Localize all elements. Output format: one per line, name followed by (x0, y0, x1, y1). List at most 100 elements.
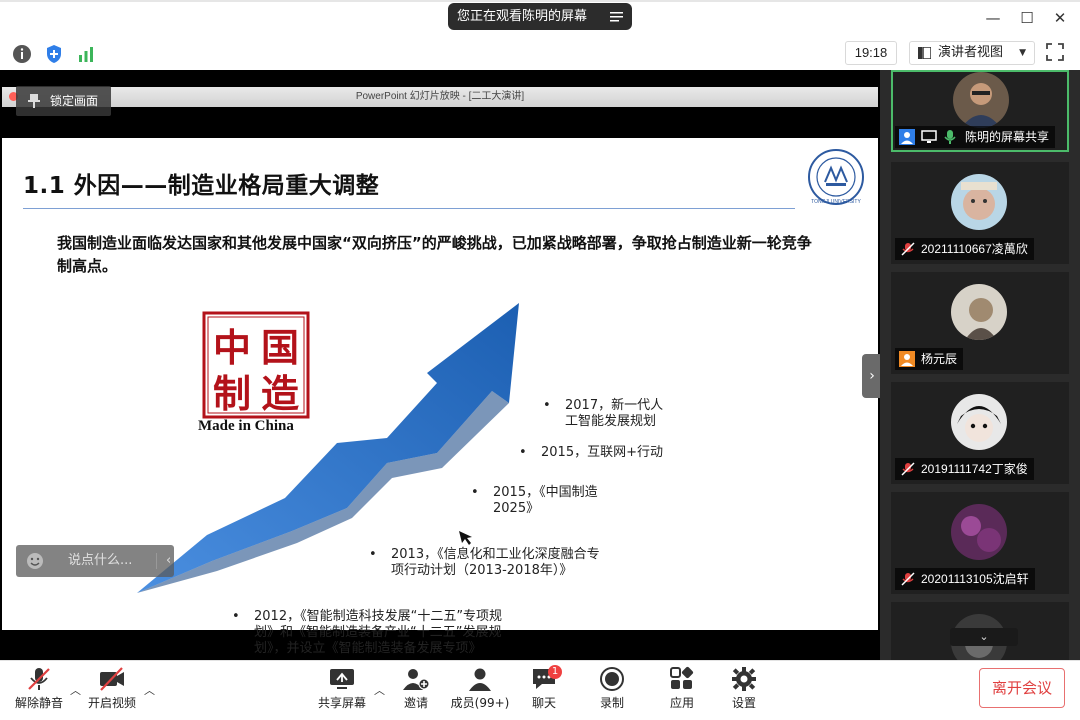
members-button[interactable]: 成员(99+) (448, 666, 512, 718)
slide-title: 1.1 外因——制造业格局重大调整 (23, 173, 380, 199)
screen-share-icon (921, 130, 937, 143)
leave-meeting-button[interactable]: 离开会议 (979, 668, 1065, 708)
minimize-icon[interactable]: — (983, 8, 1003, 28)
participant-tile[interactable]: 20201113105沈启轩 (891, 492, 1069, 594)
lock-screen-label: 锁定画面 (50, 94, 99, 108)
milestone-text: 2015，《中国制造 (493, 485, 598, 500)
signal-strength-icon[interactable] (76, 44, 96, 64)
host-icon (899, 129, 915, 145)
avatar (951, 394, 1007, 450)
banner-menu-icon[interactable] (610, 11, 623, 22)
maximize-icon[interactable]: ☐ (1017, 8, 1037, 28)
invite-button[interactable]: 邀请 (396, 666, 436, 718)
unmute-button[interactable]: 解除静音 (10, 666, 68, 718)
university-seal-logo: TONGJI UNIVERSITY (808, 149, 864, 205)
record-icon (600, 667, 624, 691)
chat-label: 聊天 (531, 696, 556, 710)
milestone-text: 2013，《信息化和工业化深度融合专 (391, 547, 600, 562)
participant-name-label: 20191111742丁家俊 (895, 458, 1034, 480)
participant-tile[interactable]: 杨元辰 (891, 272, 1069, 374)
milestone-2013: 2013，《信息化和工业化深度融合专 项行动计划（2013-2018年）》 (369, 547, 600, 579)
chevron-up-icon[interactable]: ︿ (374, 682, 385, 698)
participant-name-label: 20211110667凌萬欣 (895, 238, 1034, 260)
members-icon (469, 668, 491, 691)
meeting-window: 您正在观看陈明的屏幕 — ☐ ✕ 19:18 演讲者视图 ▼ PowerPoin… (0, 0, 1080, 720)
milestone-text: 2017，新一代人 (565, 398, 664, 413)
milestone-2015-made-in-china: 2015，《中国制造 2025》 (471, 485, 598, 517)
mic-muted-icon (28, 668, 50, 690)
participant-tile[interactable]: 20191111742丁家俊 (891, 382, 1069, 484)
apps-button[interactable]: 应用 (664, 666, 700, 718)
participant-tile[interactable]: 陈明的屏幕共享 (891, 70, 1069, 152)
apps-grid-icon (670, 666, 694, 689)
view-mode-dropdown[interactable]: 演讲者视图 ▼ (909, 41, 1035, 65)
viewing-banner-text: 您正在观看陈明的屏幕 (457, 9, 588, 24)
unmute-label: 解除静音 (14, 696, 63, 710)
chevron-up-icon[interactable]: ︿ (144, 682, 155, 698)
milestone-2017: 2017，新一代人 工智能发展规划 (543, 398, 664, 430)
mic-muted-icon (901, 572, 915, 586)
start-video-label: 开启视频 (87, 696, 136, 710)
speaker-view-icon (918, 47, 931, 59)
avatar (951, 284, 1007, 340)
mic-muted-icon (901, 462, 915, 476)
record-button[interactable]: 录制 (594, 666, 630, 718)
participant-name-label: 陈明的屏幕共享 (895, 126, 1056, 148)
milestone-text: 2012，《智能制造科技发展“十二五”专项规 (254, 609, 503, 624)
viewing-banner[interactable]: 您正在观看陈明的屏幕 (448, 3, 632, 30)
shared-screen: PowerPoint 幻灯片放映 - [二工大演讲] 锁定画面 1.1 外因——… (0, 70, 880, 660)
chevron-down-icon: ▼ (1019, 48, 1026, 58)
milestone-text: 划》和《智能制造装备产业“十二五”发展规 (254, 625, 502, 640)
view-mode-label: 演讲者视图 (938, 45, 1004, 60)
settings-button[interactable]: 设置 (726, 666, 762, 718)
gear-icon (732, 667, 756, 691)
participant-name: 20201113105沈启轩 (921, 572, 1029, 586)
fullscreen-icon[interactable] (1045, 42, 1065, 62)
participant-panel: 陈明的屏幕共享 20211110667凌萬欣 杨元辰 20191111742丁家… (880, 70, 1080, 670)
milestone-text: 项行动计划（2013-2018年）》 (391, 563, 573, 578)
avatar (951, 174, 1007, 230)
share-screen-button[interactable]: 共享屏幕 (312, 666, 372, 718)
user-avatar-icon (899, 351, 915, 367)
collapse-chat-icon[interactable]: ‹ (166, 545, 171, 577)
add-user-icon (403, 669, 430, 690)
quick-chat-input[interactable]: 说点什么... ‹ (16, 545, 174, 577)
start-video-button[interactable]: 开启视频 (84, 666, 140, 718)
participant-name: 20211110667凌萬欣 (921, 242, 1028, 256)
participant-name: 陈明的屏幕共享 (965, 130, 1050, 144)
mic-muted-icon (901, 242, 915, 256)
close-icon[interactable]: ✕ (1050, 8, 1070, 28)
share-screen-icon (330, 669, 354, 689)
avatar (953, 72, 1009, 128)
collapse-panel-toggle[interactable]: › (862, 354, 882, 398)
security-shield-icon[interactable] (44, 44, 64, 64)
divider (156, 553, 157, 569)
participant-tile[interactable]: 20211110667凌萬欣 (891, 162, 1069, 264)
microphone-icon (944, 130, 956, 144)
settings-label: 设置 (731, 696, 756, 710)
seal-text: TONGJI UNIVERSITY (811, 199, 861, 205)
avatar (951, 504, 1007, 560)
lock-screen-button[interactable]: 锁定画面 (16, 86, 111, 116)
chat-unread-badge: 1 (548, 665, 562, 679)
milestone-text: 划》，并设立《智能制造装备发展专项》 (254, 641, 482, 656)
members-label: 成员(99+) (450, 696, 510, 710)
milestone-2012: 2012，《智能制造科技发展“十二五”专项规 划》和《智能制造装备产业“十二五”… (232, 609, 503, 657)
chevron-up-icon[interactable]: ︿ (70, 682, 81, 698)
pin-icon (28, 94, 40, 108)
record-label: 录制 (599, 696, 624, 710)
participant-name-label: 20201113105沈启轩 (895, 568, 1035, 590)
milestone-text: 工智能发展规划 (565, 414, 657, 429)
camera-off-icon (100, 667, 124, 691)
participant-name: 杨元辰 (921, 352, 958, 366)
participant-name-label: 杨元辰 (895, 348, 964, 370)
slide-intro-text: 我国制造业面临发达国家和其他发展中国家“双向挤压”的严峻挑战，已加紧战略部署，争… (57, 234, 812, 275)
milestone-2015-internet: 2015，互联网+行动 (519, 445, 663, 461)
emoji-icon[interactable] (26, 552, 44, 570)
invite-label: 邀请 (403, 696, 428, 710)
title-divider (23, 208, 795, 209)
info-icon[interactable] (12, 44, 32, 64)
chat-placeholder: 说点什么... (68, 553, 133, 568)
share-screen-label: 共享屏幕 (317, 696, 366, 710)
scroll-down-icon[interactable]: ⌄ (950, 628, 1018, 646)
